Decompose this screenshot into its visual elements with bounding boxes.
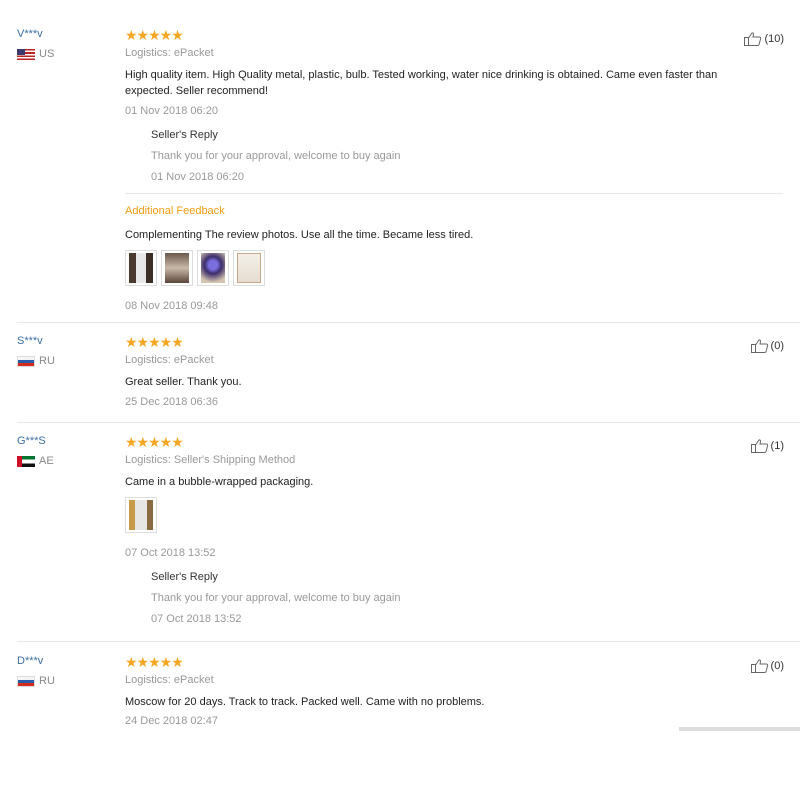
review-text: Came in a bubble-wrapped packaging. bbox=[125, 476, 314, 488]
reviewer-country: RU bbox=[17, 675, 55, 687]
country-code: AE bbox=[39, 455, 54, 467]
logistics-label: Logistics: ePacket bbox=[125, 674, 214, 686]
review-photo[interactable] bbox=[125, 497, 157, 533]
logistics-label: Logistics: ePacket bbox=[125, 47, 214, 59]
review-date: 24 Dec 2018 02:47 bbox=[125, 715, 218, 727]
seller-reply-label: Seller's Reply bbox=[151, 129, 218, 141]
helpful-count: (0) bbox=[770, 660, 784, 672]
review-date: 07 Oct 2018 13:52 bbox=[125, 547, 216, 559]
star-rating: ★★★★★ bbox=[125, 434, 184, 450]
helpful-count: (10) bbox=[764, 33, 784, 45]
review-text-line-1: High quality item. High Quality metal, p… bbox=[125, 69, 718, 81]
divider bbox=[125, 193, 783, 194]
seller-reply-text: Thank you for your approval, welcome to … bbox=[151, 150, 401, 162]
thumbs-up-icon bbox=[750, 659, 768, 673]
seller-reply-label: Seller's Reply bbox=[151, 571, 218, 583]
review-date: 01 Nov 2018 06:20 bbox=[125, 105, 218, 117]
helpful-button[interactable]: (0) bbox=[750, 659, 784, 673]
review-date: 25 Dec 2018 06:36 bbox=[125, 396, 218, 408]
divider bbox=[17, 322, 800, 323]
star-rating: ★★★★★ bbox=[125, 334, 184, 350]
seller-reply-text: Thank you for your approval, welcome to … bbox=[151, 592, 401, 604]
us-flag-icon bbox=[17, 48, 35, 60]
divider bbox=[17, 641, 800, 642]
logistics-label: Logistics: ePacket bbox=[125, 354, 214, 366]
reviewer-country: US bbox=[17, 48, 54, 60]
review-photo[interactable] bbox=[233, 250, 265, 286]
reviewer-name[interactable]: D***v bbox=[17, 655, 43, 667]
divider bbox=[17, 422, 800, 423]
ae-flag-icon bbox=[17, 455, 35, 467]
helpful-button[interactable]: (1) bbox=[750, 439, 784, 453]
review-text-line-2: expected. Seller recommend! bbox=[125, 85, 269, 97]
review-photo[interactable] bbox=[161, 250, 193, 286]
review-photos bbox=[125, 250, 265, 286]
review-text: Great seller. Thank you. bbox=[125, 376, 242, 388]
reviewer-name[interactable]: G***S bbox=[17, 435, 46, 447]
review-photos bbox=[125, 497, 157, 533]
thumbs-up-icon bbox=[750, 439, 768, 453]
star-rating: ★★★★★ bbox=[125, 27, 184, 43]
seller-reply-date: 07 Oct 2018 13:52 bbox=[151, 613, 242, 625]
helpful-button[interactable]: (10) bbox=[744, 32, 784, 46]
reviewer-name[interactable]: V***v bbox=[17, 28, 43, 40]
review-photo[interactable] bbox=[197, 250, 229, 286]
ru-flag-icon bbox=[17, 355, 35, 367]
additional-feedback-text: Complementing The review photos. Use all… bbox=[125, 229, 474, 241]
reviewer-name[interactable]: S***v bbox=[17, 335, 43, 347]
country-code: RU bbox=[39, 355, 55, 367]
country-code: US bbox=[39, 48, 55, 60]
helpful-count: (1) bbox=[770, 440, 784, 452]
ru-flag-icon bbox=[17, 675, 35, 687]
review-photo[interactable] bbox=[125, 250, 157, 286]
reviewer-country: RU bbox=[17, 355, 55, 367]
horizontal-scrollbar[interactable] bbox=[679, 727, 800, 731]
reviewer-country: AE bbox=[17, 455, 54, 467]
review-text: Moscow for 20 days. Track to track. Pack… bbox=[125, 696, 485, 708]
additional-feedback-label: Additional Feedback bbox=[125, 205, 225, 217]
seller-reply-date: 01 Nov 2018 06:20 bbox=[151, 171, 244, 183]
helpful-count: (0) bbox=[770, 340, 784, 352]
star-rating: ★★★★★ bbox=[125, 654, 184, 670]
thumbs-up-icon bbox=[750, 339, 768, 353]
thumbs-up-icon bbox=[744, 32, 762, 46]
country-code: RU bbox=[39, 675, 55, 687]
helpful-button[interactable]: (0) bbox=[750, 339, 784, 353]
additional-feedback-date: 08 Nov 2018 09:48 bbox=[125, 300, 218, 312]
logistics-label: Logistics: Seller's Shipping Method bbox=[125, 454, 296, 466]
